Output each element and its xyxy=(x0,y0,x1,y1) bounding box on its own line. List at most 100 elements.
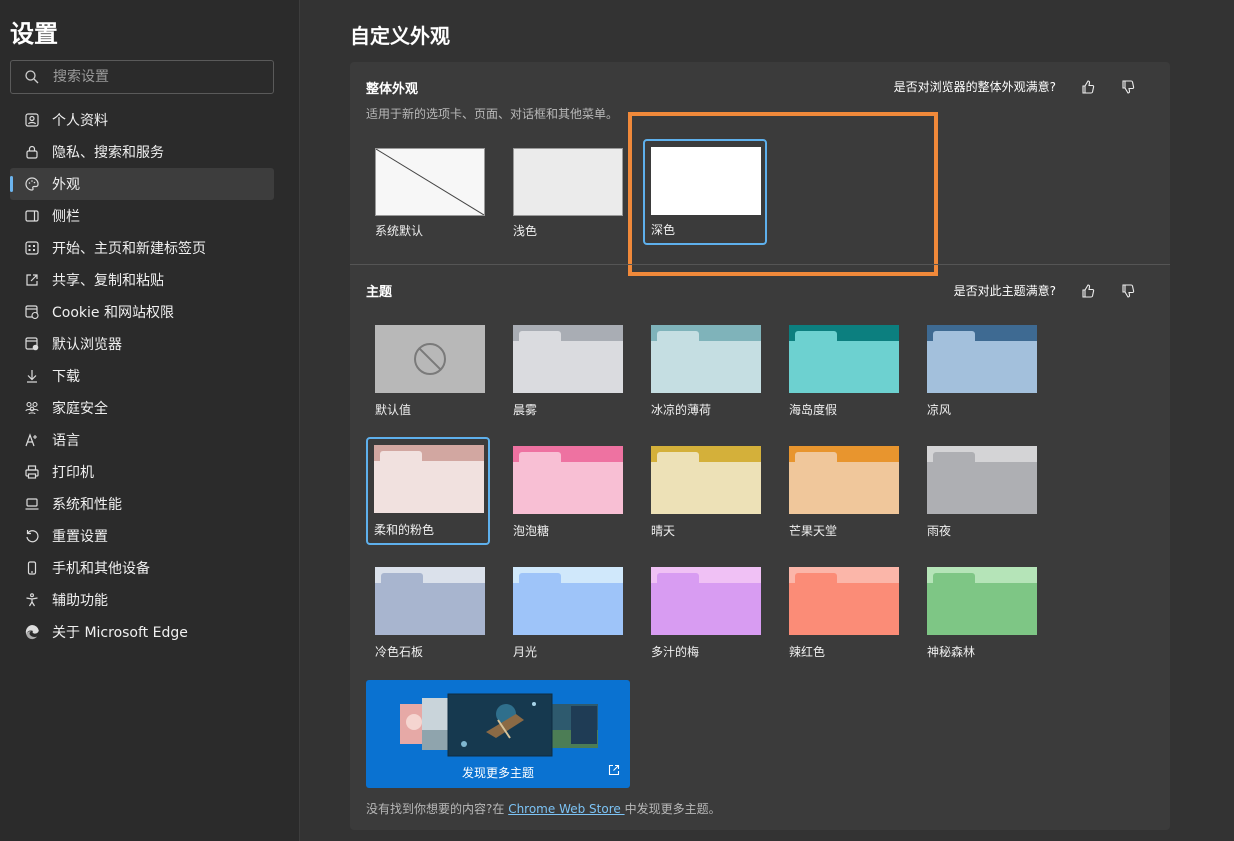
theme-label: 多汁的梅 xyxy=(651,645,700,659)
sidebar-item-sidebar[interactable]: 侧栏 xyxy=(10,200,274,232)
printer-icon xyxy=(24,464,40,480)
theme-thumbnail-tab xyxy=(519,452,561,466)
theme-option[interactable]: 柔和的粉色 xyxy=(366,437,490,545)
theme-option[interactable]: 晴天 xyxy=(643,438,767,546)
sidebar-item-label: 开始、主页和新建标签页 xyxy=(52,241,206,257)
theme-thumbnail-body xyxy=(927,583,1037,635)
theme-thumbnail xyxy=(513,567,623,635)
theme-option[interactable]: 雨夜 xyxy=(919,438,1043,546)
sidebar-item-accessibility[interactable]: 辅助功能 xyxy=(10,584,274,616)
sidebar-item-label: 默认浏览器 xyxy=(52,337,122,353)
theme-option[interactable]: 冷色石板 xyxy=(367,559,491,667)
sidebar-item-phone[interactable]: 手机和其他设备 xyxy=(10,552,274,584)
footer-suffix: 中发现更多主题。 xyxy=(624,802,721,816)
theme-thumbnail xyxy=(789,567,899,635)
sidebar-item-downloads[interactable]: 下载 xyxy=(10,360,274,392)
home-grid-icon xyxy=(24,240,40,256)
theme-thumbnail xyxy=(375,325,485,393)
mode-system-default[interactable]: 系统默认 xyxy=(367,140,491,246)
browser-icon xyxy=(24,336,40,352)
theme-option[interactable]: 默认值 xyxy=(367,317,491,425)
sidebar-item-cookies[interactable]: Cookie 和网站权限 xyxy=(10,296,274,328)
theme-thumbnail-body xyxy=(375,583,485,635)
chrome-web-store-link[interactable]: Chrome Web Store xyxy=(508,802,624,816)
theme-option[interactable]: 多汁的梅 xyxy=(643,559,767,667)
thumbs-down-icon[interactable] xyxy=(1120,283,1136,299)
sidebar-item-about[interactable]: 关于 Microsoft Edge xyxy=(10,616,274,648)
theme-thumbnail-tab xyxy=(657,331,699,345)
sidebar-item-profile[interactable]: 个人资料 xyxy=(10,104,274,136)
theme-label: 泡泡糖 xyxy=(513,524,550,538)
thumbs-up-icon[interactable] xyxy=(1080,79,1096,95)
sidebar-item-system[interactable]: 系统和性能 xyxy=(10,488,274,520)
theme-thumbnail-body xyxy=(513,462,623,514)
theme-label: 晴天 xyxy=(651,524,676,538)
theme-thumbnail xyxy=(513,446,623,514)
sidebar-item-label: 下载 xyxy=(52,369,80,385)
theme-option[interactable]: 海岛度假 xyxy=(781,317,905,425)
theme-thumbnail xyxy=(513,325,623,393)
sidebar-item-printers[interactable]: 打印机 xyxy=(10,456,274,488)
sidebar-item-start-home[interactable]: 开始、主页和新建标签页 xyxy=(10,232,274,264)
sidebar-item-label: 关于 Microsoft Edge xyxy=(52,625,188,641)
discover-more-themes-button[interactable]: 发现更多主题 xyxy=(366,680,630,788)
sidebar-icon xyxy=(24,208,40,224)
theme-thumbnail xyxy=(651,325,761,393)
sidebar-item-family[interactable]: 家庭安全 xyxy=(10,392,274,424)
system-default-preview xyxy=(375,148,485,216)
theme-label: 冷色石板 xyxy=(375,645,424,659)
mode-light[interactable]: 浅色 xyxy=(505,140,629,246)
sidebar-item-label: 隐私、搜索和服务 xyxy=(52,145,164,161)
sidebar-item-label: 个人资料 xyxy=(52,113,108,129)
overall-appearance-description: 适用于新的选项卡、页面、对话框和其他菜单。 xyxy=(366,107,619,121)
sidebar-item-reset[interactable]: 重置设置 xyxy=(10,520,274,552)
theme-option[interactable]: 晨雾 xyxy=(505,317,629,425)
theme-label: 辣红色 xyxy=(789,645,826,659)
page-title: 自定义外观 xyxy=(350,24,450,48)
laptop-icon xyxy=(24,496,40,512)
theme-option[interactable]: 泡泡糖 xyxy=(505,438,629,546)
theme-option[interactable]: 芒果天堂 xyxy=(781,438,905,546)
sidebar-item-share[interactable]: 共享、复制和粘贴 xyxy=(10,264,274,296)
discover-more-themes-label: 发现更多主题 xyxy=(461,766,534,780)
theme-feedback: 是否对此主题满意? xyxy=(954,282,1136,299)
sidebar-item-privacy[interactable]: 隐私、搜索和服务 xyxy=(10,136,274,168)
theme-thumbnail-tab xyxy=(381,573,423,587)
search-box[interactable] xyxy=(10,60,274,94)
feedback-question: 是否对此主题满意? xyxy=(953,284,1056,298)
theme-thumbnail xyxy=(651,446,761,514)
thumbs-up-icon[interactable] xyxy=(1080,283,1096,299)
thumbs-down-icon[interactable] xyxy=(1120,79,1136,95)
theme-option[interactable]: 神秘森林 xyxy=(919,559,1043,667)
theme-option[interactable]: 月光 xyxy=(505,559,629,667)
mode-label: 系统默认 xyxy=(375,224,424,238)
themes-title: 主题 xyxy=(366,285,393,300)
theme-label: 冰凉的薄荷 xyxy=(651,403,712,417)
reset-icon xyxy=(24,528,40,544)
overall-appearance-title: 整体外观 xyxy=(366,82,419,97)
sidebar-item-appearance[interactable]: 外观 xyxy=(10,168,274,200)
feedback-question: 是否对浏览器的整体外观满意? xyxy=(893,80,1056,94)
theme-option[interactable]: 辣红色 xyxy=(781,559,905,667)
cookie-icon xyxy=(24,304,40,320)
theme-thumbnail-body xyxy=(374,461,484,513)
theme-thumbnail-tab xyxy=(933,331,975,345)
theme-option[interactable]: 凉风 xyxy=(919,317,1043,425)
sidebar-item-label: 重置设置 xyxy=(52,529,108,545)
theme-thumbnail-body xyxy=(789,583,899,635)
phone-icon xyxy=(24,560,40,576)
theme-option[interactable]: 冰凉的薄荷 xyxy=(643,317,767,425)
theme-label: 晨雾 xyxy=(513,403,538,417)
edge-logo-icon xyxy=(24,624,40,640)
search-icon xyxy=(25,70,39,84)
sidebar-item-default-browser[interactable]: 默认浏览器 xyxy=(10,328,274,360)
footer-prefix: 没有找到你想要的内容?在 xyxy=(366,802,509,816)
sidebar-item-label: 辅助功能 xyxy=(52,593,108,609)
settings-title: 设置 xyxy=(10,20,58,48)
sidebar-item-label: 系统和性能 xyxy=(52,497,122,513)
sidebar-item-languages[interactable]: 语言 xyxy=(10,424,274,456)
search-input[interactable] xyxy=(53,69,253,85)
settings-nav: 个人资料 隐私、搜索和服务 外观 侧栏 开始、主页和新建标签页 共享、复制和粘贴… xyxy=(10,104,274,648)
theme-label: 默认值 xyxy=(375,403,412,417)
theme-label: 雨夜 xyxy=(927,524,952,538)
